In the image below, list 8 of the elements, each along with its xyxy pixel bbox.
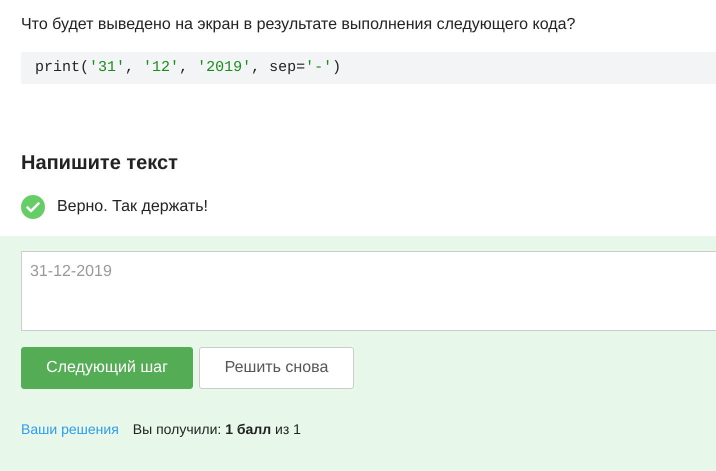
feedback-text: Верно. Так держать! xyxy=(57,197,208,217)
next-step-button[interactable]: Следующий шаг xyxy=(21,347,193,389)
section-heading: Напишите текст xyxy=(21,151,179,176)
question-text: Что будет выведено на экран в результате выполнения следующего кода? xyxy=(21,15,576,35)
retry-button[interactable]: Решить снова xyxy=(199,347,354,389)
code-line: print('31', '12', '2019', sep='-') xyxy=(35,58,342,78)
solutions-link[interactable]: Ваши решения xyxy=(21,419,119,440)
score-text: Вы получили: 1 балл из 1 xyxy=(132,420,301,439)
